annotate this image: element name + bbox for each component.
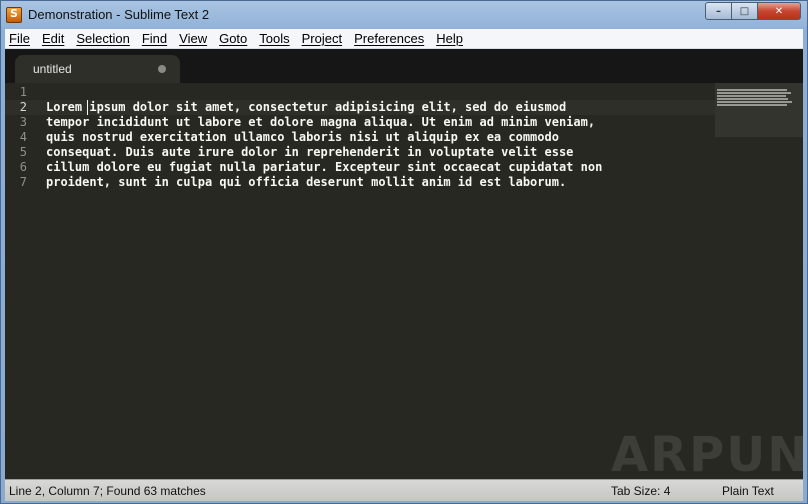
code-line: proident, sunt in culpa qui officia dese…: [46, 175, 567, 189]
minimize-button[interactable]: –: [705, 2, 732, 20]
minimap-line: [717, 104, 787, 106]
tab-bar: untitled: [5, 49, 803, 83]
minimap-line: [717, 98, 788, 100]
sublime-app-icon: [6, 6, 22, 23]
code-line: cillum dolore eu fugiat nulla pariatur. …: [46, 160, 603, 174]
line-number: 7: [19, 175, 27, 189]
line-number: 5: [19, 145, 27, 159]
text-cursor: [87, 100, 88, 115]
line-number: 1: [19, 85, 27, 99]
minimap-line: [717, 89, 787, 91]
window-controls: – □ ✕: [705, 2, 801, 20]
minimap-line: [717, 101, 792, 103]
menu-bar: File Edit Selection Find View Goto Tools…: [5, 29, 803, 49]
minimize-icon: –: [716, 5, 721, 17]
line-number: 3: [19, 115, 27, 129]
cursor-position-status: Line 2, Column 7; Found 63 matches: [9, 484, 206, 498]
code-text[interactable]: Lorem ipsum dolor sit amet, consectetur …: [46, 85, 602, 190]
menu-find[interactable]: Find: [136, 29, 173, 49]
close-icon: ✕: [774, 5, 784, 17]
editor-area[interactable]: 1 2 3 4 5 6 7 Lorem ipsum dolor sit amet…: [5, 83, 803, 479]
title-bar[interactable]: Demonstration - Sublime Text 2 – □ ✕: [1, 1, 807, 28]
code-line: quis nostrud exercitation ullamco labori…: [46, 130, 559, 144]
menu-view[interactable]: View: [173, 29, 213, 49]
minimap[interactable]: [715, 83, 803, 137]
line-number-gutter: 1 2 3 4 5 6 7: [5, 83, 39, 479]
menu-preferences[interactable]: Preferences: [348, 29, 430, 49]
menu-project[interactable]: Project: [296, 29, 348, 49]
line-number: 4: [19, 130, 27, 144]
menu-goto[interactable]: Goto: [213, 29, 253, 49]
tab-label: untitled: [33, 62, 72, 76]
status-bar: Line 2, Column 7; Found 63 matches Tab S…: [5, 479, 803, 501]
close-button[interactable]: ✕: [758, 2, 801, 20]
menu-edit[interactable]: Edit: [36, 29, 70, 49]
unsaved-dot-icon[interactable]: [158, 65, 166, 73]
code-line: consequat. Duis aute irure dolor in repr…: [46, 145, 574, 159]
code-line: Lorem ipsum dolor sit amet, consectetur …: [46, 100, 567, 114]
menu-selection[interactable]: Selection: [70, 29, 135, 49]
code-line: tempor incididunt ut labore et dolore ma…: [46, 115, 596, 129]
line-number: 2: [19, 100, 27, 114]
app-window: Demonstration - Sublime Text 2 – □ ✕ Fil…: [0, 0, 808, 504]
watermark-logo: ARPUN: [611, 427, 803, 479]
maximize-icon: □: [739, 5, 750, 17]
minimap-line: [717, 95, 786, 97]
menu-tools[interactable]: Tools: [253, 29, 295, 49]
menu-help[interactable]: Help: [430, 29, 469, 49]
maximize-button[interactable]: □: [732, 2, 758, 20]
window-title: Demonstration - Sublime Text 2: [28, 7, 210, 22]
syntax-selector[interactable]: Plain Text: [722, 484, 774, 498]
tab-untitled[interactable]: untitled: [15, 55, 180, 83]
line-number: 6: [19, 160, 27, 174]
tab-size-selector[interactable]: Tab Size: 4: [611, 484, 670, 498]
menu-file[interactable]: File: [5, 29, 36, 49]
minimap-line: [717, 92, 791, 94]
